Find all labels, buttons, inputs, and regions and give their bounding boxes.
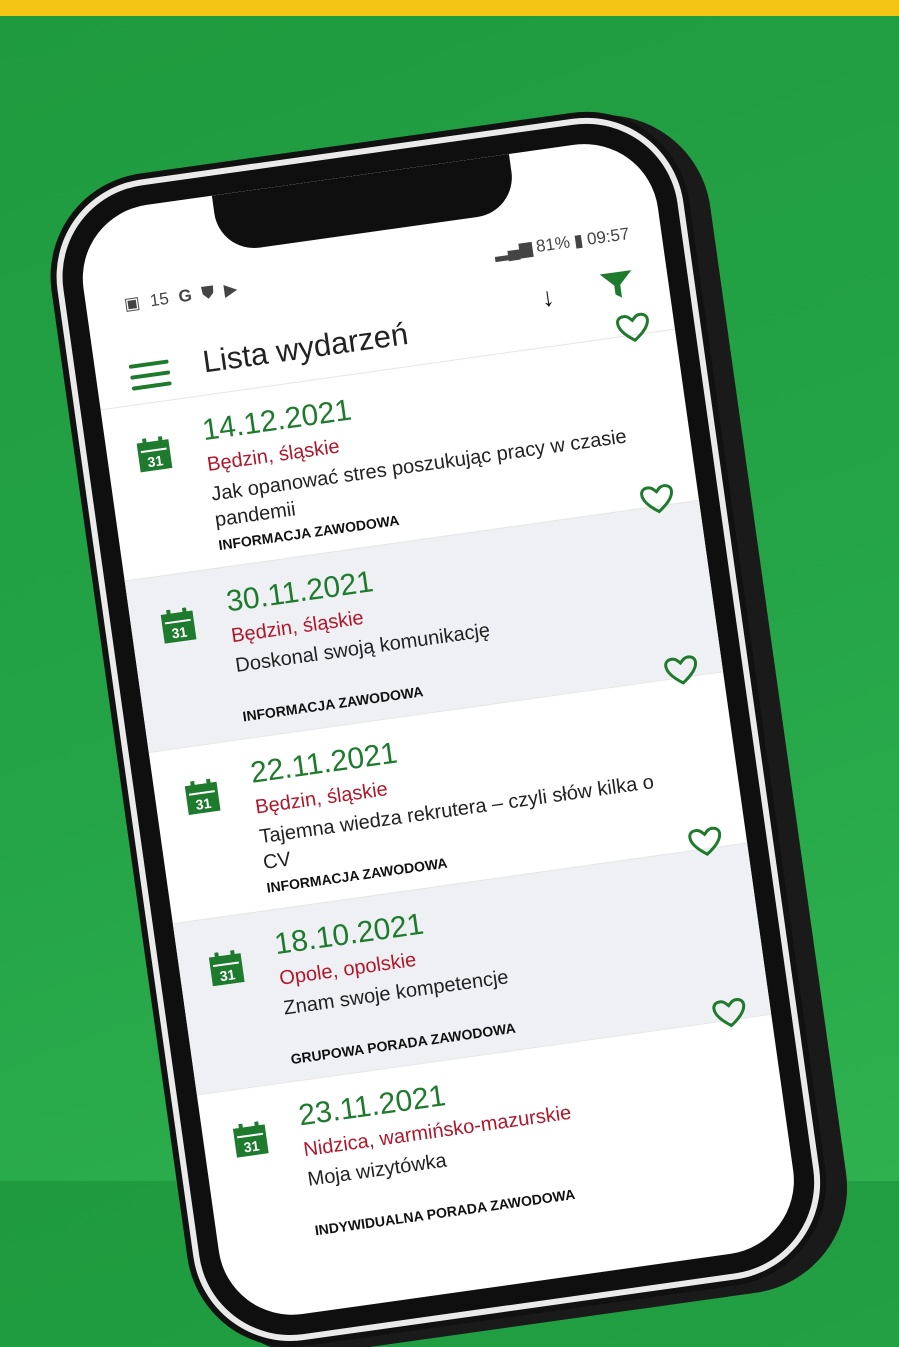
menu-button[interactable] (128, 359, 173, 392)
calendar-icon: 31 (232, 1121, 269, 1158)
top-yellow-band (0, 0, 899, 16)
heart-icon[interactable] (615, 311, 653, 345)
svg-text:31: 31 (171, 623, 189, 641)
shield-icon: ⛊ (200, 282, 216, 304)
calendar-icon: 31 (208, 949, 245, 987)
status-date-number: 15 (148, 288, 171, 311)
phone: ▣ 15 G ⛊ ▶ ▂▄▆ 81% ▮ 09:57 Lista wydarze… (50, 111, 827, 1347)
status-right: ▂▄▆ 81% ▮ 09:57 (493, 224, 631, 263)
event-list: 31 14.12.2021 Będzin, śląskie Jak opanow… (100, 312, 796, 1266)
arrow-down-icon: ↓ (539, 281, 557, 313)
heart-icon[interactable] (711, 996, 749, 1030)
phone-body: ▣ 15 G ⛊ ▶ ▂▄▆ 81% ▮ 09:57 Lista wydarze… (50, 111, 827, 1347)
heart-icon[interactable] (687, 825, 725, 859)
status-g-icon: G (177, 285, 194, 307)
signal-icon: ▂▄▆ (493, 237, 534, 262)
status-time: 09:57 (585, 224, 631, 249)
heart-icon[interactable] (639, 482, 677, 516)
play-icon: ▶ (222, 279, 239, 300)
battery-percent: 81% (534, 232, 572, 257)
svg-text:31: 31 (146, 452, 164, 470)
calendar-icon: ▣ (122, 292, 142, 314)
calendar-icon: 31 (184, 778, 221, 815)
status-left: ▣ 15 G ⛊ ▶ (123, 279, 239, 315)
phone-screen: ▣ 15 G ⛊ ▶ ▂▄▆ 81% ▮ 09:57 Lista wydarze… (73, 134, 804, 1325)
sort-button[interactable]: ↓ (539, 281, 556, 314)
svg-text:31: 31 (195, 795, 213, 813)
filter-button[interactable] (598, 268, 637, 307)
phone-notch (211, 153, 518, 254)
calendar-icon: 31 (136, 436, 173, 473)
hamburger-icon (128, 359, 169, 369)
event-category: INDYWIDUALNA PORADA ZAWODOWA (313, 1186, 577, 1239)
calendar-icon: 31 (160, 607, 197, 644)
heart-icon[interactable] (663, 654, 701, 688)
filter-icon (599, 270, 632, 298)
svg-text:31: 31 (243, 1137, 261, 1155)
battery-icon: ▮ (572, 230, 585, 251)
svg-text:31: 31 (219, 966, 237, 984)
